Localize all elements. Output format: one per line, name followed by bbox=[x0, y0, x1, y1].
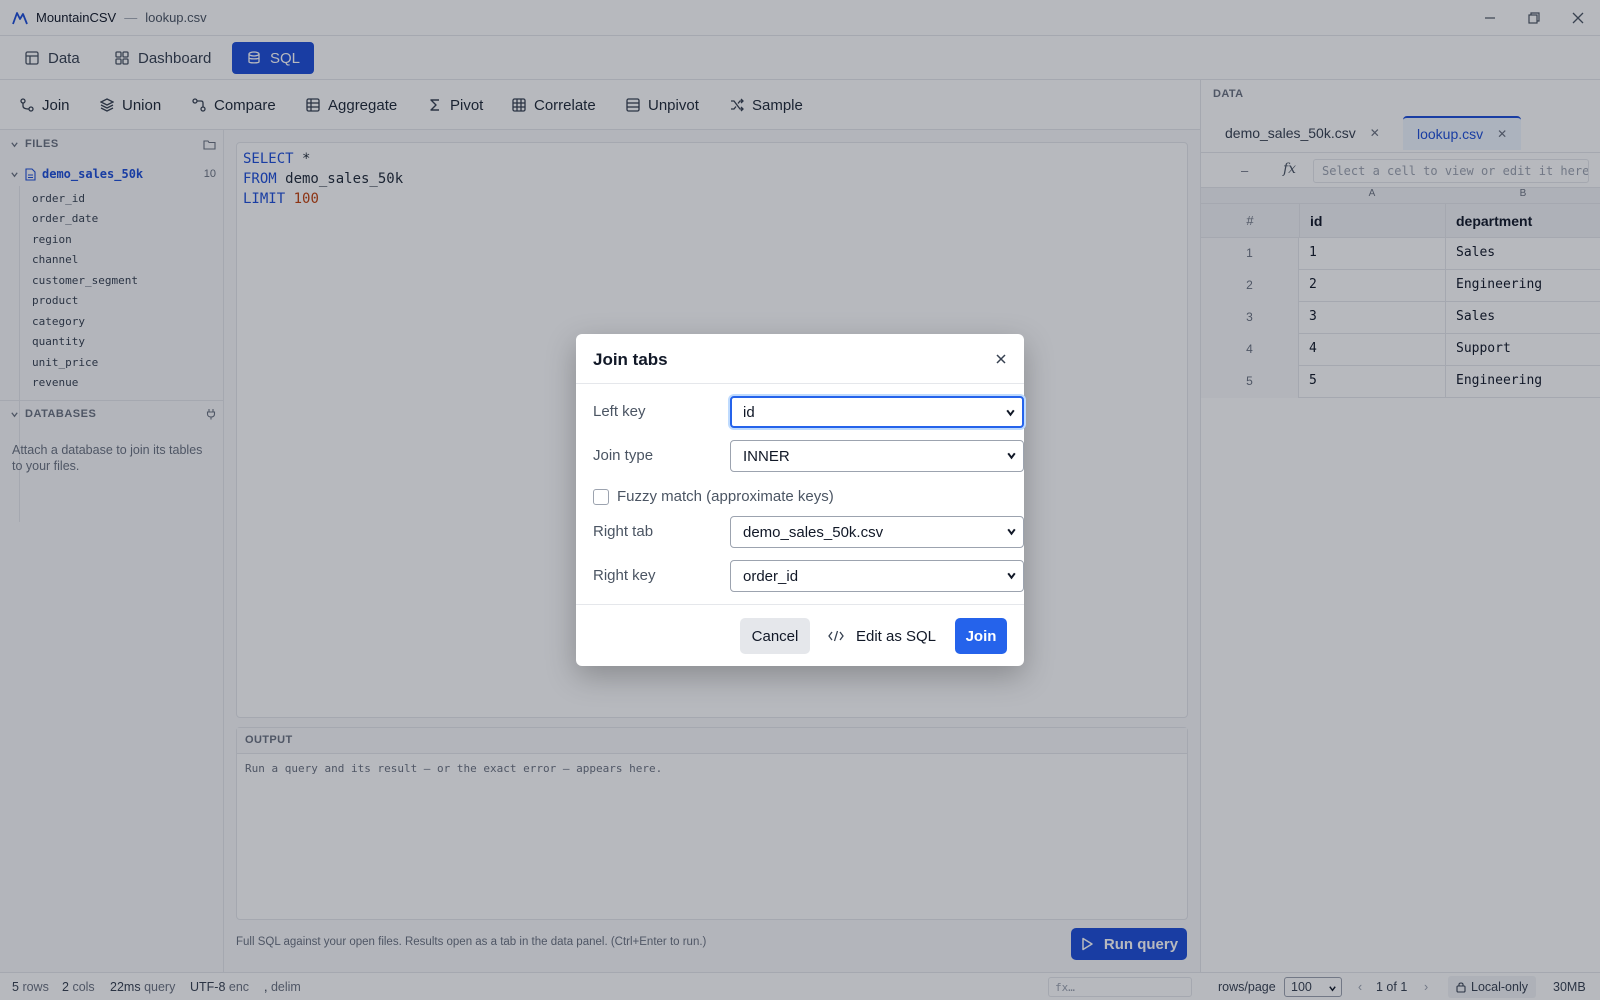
fuzzy-match-label: Fuzzy match (approximate keys) bbox=[617, 488, 834, 505]
dialog-footer: Cancel Edit as SQL Join bbox=[576, 604, 1024, 654]
code-icon bbox=[828, 630, 844, 642]
left-key-value: id bbox=[743, 404, 755, 421]
chevron-down-icon bbox=[1006, 450, 1017, 461]
right-key-row: Right key order_id bbox=[593, 560, 1024, 592]
right-tab-label: Right tab bbox=[593, 523, 654, 540]
right-key-value: order_id bbox=[743, 568, 799, 585]
fuzzy-match-checkbox[interactable]: Fuzzy match (approximate keys) bbox=[593, 488, 834, 505]
chevron-down-icon bbox=[1006, 570, 1017, 581]
join-type-select[interactable]: INNER bbox=[730, 440, 1024, 472]
edit-as-sql-button[interactable]: Edit as SQL bbox=[826, 618, 938, 654]
cancel-button[interactable]: Cancel bbox=[740, 618, 810, 654]
right-tab-row: Right tab demo_sales_50k.csv bbox=[593, 516, 1024, 548]
join-tabs-dialog: Join tabs Left key id Join type INNER Fu… bbox=[576, 334, 1024, 666]
left-key-select[interactable]: id bbox=[730, 396, 1024, 428]
join-label: Join bbox=[965, 627, 997, 645]
left-key-row: Left key id bbox=[593, 396, 1024, 428]
dialog-title: Join tabs bbox=[576, 334, 1024, 384]
close-icon[interactable] bbox=[992, 350, 1010, 368]
join-type-value: INNER bbox=[743, 448, 790, 465]
right-tab-value: demo_sales_50k.csv bbox=[743, 524, 884, 541]
join-button[interactable]: Join bbox=[955, 618, 1007, 654]
join-type-row: Join type INNER bbox=[593, 440, 1024, 472]
checkbox-box[interactable] bbox=[593, 488, 609, 505]
edit-as-sql-label: Edit as SQL bbox=[855, 627, 937, 645]
cancel-label: Cancel bbox=[751, 627, 799, 645]
right-key-select[interactable]: order_id bbox=[730, 560, 1024, 592]
chevron-down-icon bbox=[1005, 407, 1016, 418]
left-key-label: Left key bbox=[593, 403, 646, 420]
join-type-label: Join type bbox=[593, 447, 654, 464]
right-key-label: Right key bbox=[593, 567, 656, 584]
right-tab-select[interactable]: demo_sales_50k.csv bbox=[730, 516, 1024, 548]
chevron-down-icon bbox=[1006, 526, 1017, 537]
